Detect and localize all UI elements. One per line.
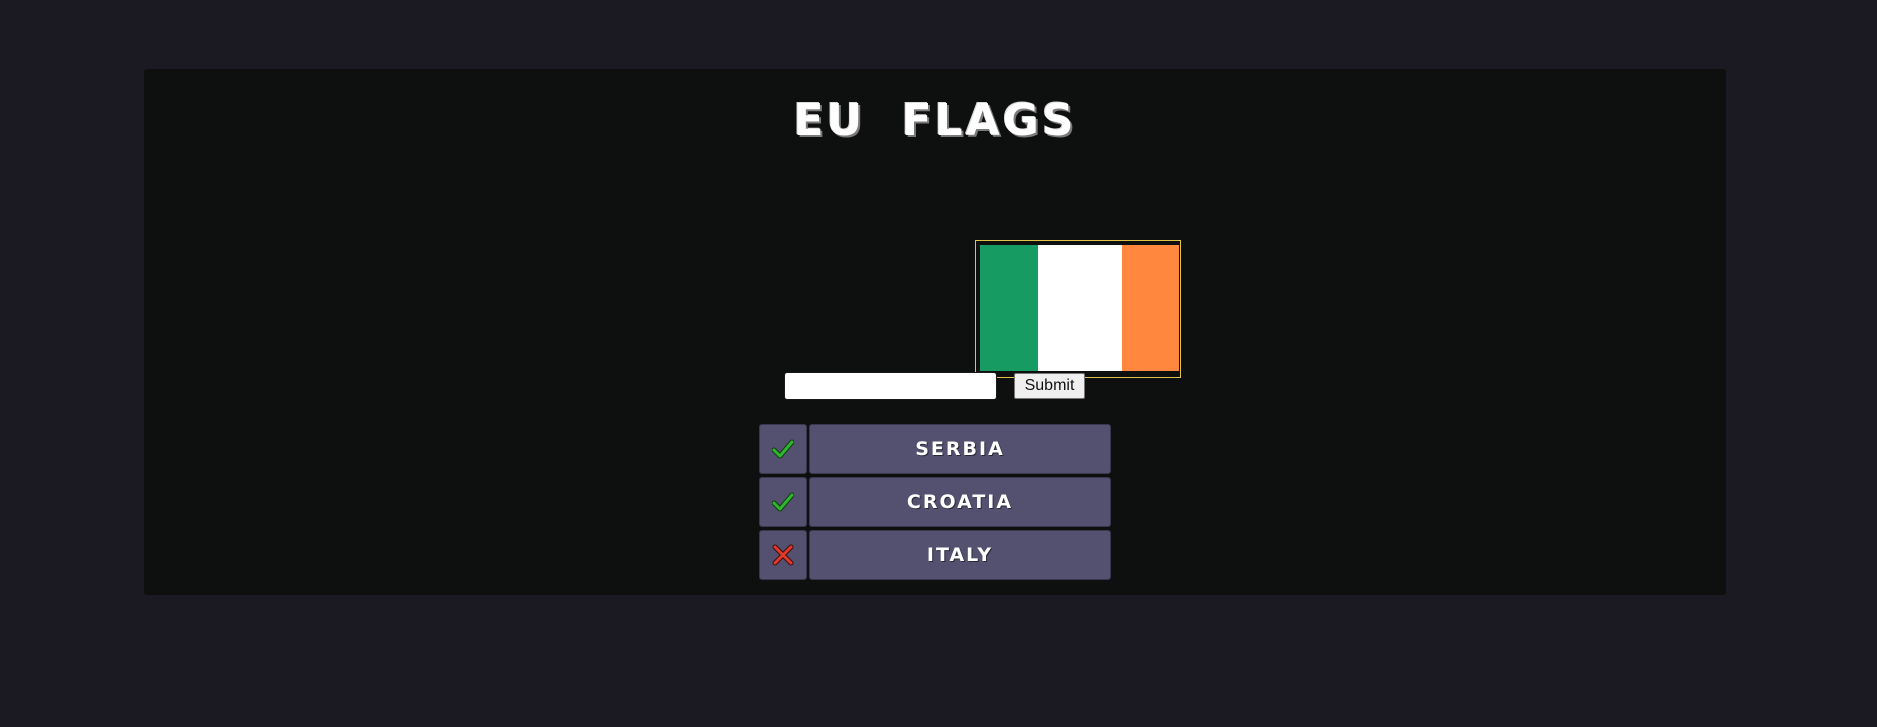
flag-frame [975, 240, 1181, 378]
guess-status [759, 477, 807, 527]
guess-country-name: CROATIA [809, 477, 1111, 527]
guess-country-name: SERBIA [809, 424, 1111, 474]
check-icon [772, 492, 794, 512]
cross-icon [772, 544, 794, 566]
flag-band-orange [1122, 245, 1179, 371]
submit-button[interactable]: Submit [1014, 373, 1085, 399]
page-title: EU FLAGS [793, 95, 1077, 146]
guess-list: SERBIA CROATIA ITALY [759, 424, 1111, 583]
answer-input[interactable] [784, 372, 997, 400]
flag-image [980, 245, 1179, 371]
guess-country-name: ITALY [809, 530, 1111, 580]
guess-status [759, 424, 807, 474]
flag-band-green [980, 245, 1038, 371]
flag-band-white [1038, 245, 1122, 371]
guess-row: CROATIA [759, 477, 1111, 527]
guess-row: SERBIA [759, 424, 1111, 474]
check-icon [772, 439, 794, 459]
guess-status [759, 530, 807, 580]
guess-row: ITALY [759, 530, 1111, 580]
